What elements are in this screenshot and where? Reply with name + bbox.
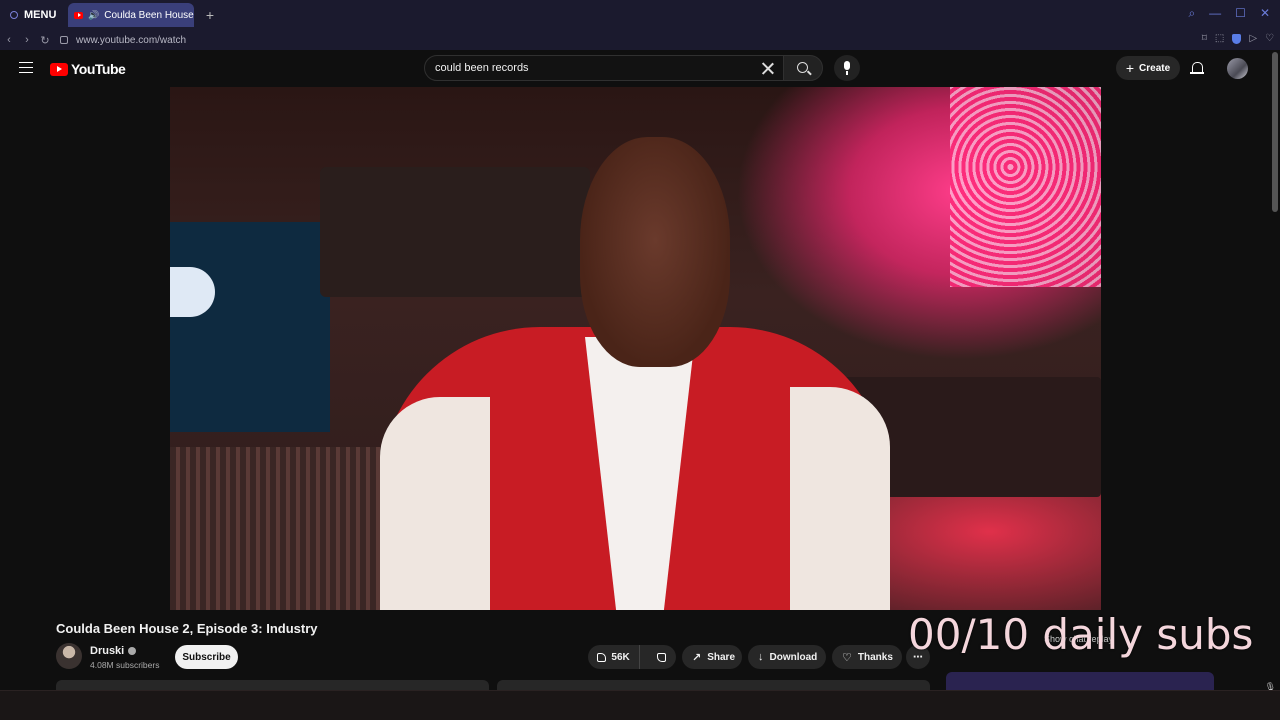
create-button[interactable]: + Create: [1116, 56, 1180, 80]
mic-icon: [844, 61, 850, 75]
search-input[interactable]: [425, 62, 745, 74]
player-icon[interactable]: ▷: [1249, 33, 1257, 44]
download-label: Download: [769, 651, 818, 663]
thanks-button[interactable]: ♡ Thanks: [832, 645, 902, 669]
voice-search-button[interactable]: [834, 55, 860, 81]
back-icon[interactable]: ‹: [0, 34, 18, 46]
reload-icon[interactable]: ↻: [36, 34, 54, 47]
plus-icon: +: [1125, 60, 1135, 76]
address-bar-actions: ⌑ ⬚ ▷ ♡: [1202, 33, 1274, 44]
description-card[interactable]: [56, 680, 489, 690]
youtube-header: YouTube + Create: [0, 50, 1270, 87]
left-sleeve: [380, 397, 490, 610]
video-player[interactable]: [170, 87, 1101, 610]
minimize-icon[interactable]: —: [1209, 6, 1221, 21]
browser-tab-active[interactable]: 🔊 Coulda Been House 2.: [68, 3, 194, 27]
right-sleeve: [790, 387, 890, 610]
address-bar: ‹ › ↻ www.youtube.com/watch ⌑ ⬚ ▷ ♡: [0, 30, 1280, 50]
opera-logo-icon: [10, 11, 18, 19]
heart-icon[interactable]: ♡: [1265, 33, 1274, 44]
new-tab-button[interactable]: +: [200, 7, 220, 23]
search-box: [424, 55, 784, 81]
bell-icon[interactable]: [1190, 62, 1204, 74]
youtube-favicon-icon: [74, 11, 83, 19]
studio-monitor: [170, 222, 330, 432]
thumbs-up-icon: [597, 652, 607, 662]
daily-subs-overlay: 00/10 daily subs: [908, 610, 1254, 659]
speaker-icon[interactable]: 🔊: [88, 10, 99, 21]
youtube-play-icon: [50, 62, 68, 76]
close-window-icon[interactable]: ✕: [1260, 6, 1270, 21]
page-scrollbar[interactable]: [1270, 50, 1280, 690]
subscribe-button[interactable]: Subscribe: [175, 645, 238, 669]
like-count: 56K: [611, 651, 630, 663]
hamburger-menu-icon[interactable]: [19, 62, 33, 73]
share-icon: ↗: [692, 651, 702, 664]
snapshot-icon[interactable]: ⬚: [1215, 33, 1224, 44]
like-dislike-group: 56K: [588, 645, 676, 669]
download-icon: ↓: [758, 651, 764, 663]
search-tabs-icon[interactable]: ⌕: [1188, 6, 1195, 21]
comments-card[interactable]: [497, 680, 930, 690]
youtube-logo[interactable]: YouTube: [50, 61, 126, 77]
description-strip: [56, 680, 930, 690]
thanks-label: Thanks: [857, 651, 893, 663]
scroll-thumb[interactable]: [1272, 52, 1278, 212]
video-title: Coulda Been House 2, Episode 3: Industry: [56, 621, 318, 636]
window-controls: ⌕ — ☐ ✕: [1188, 6, 1270, 21]
menu-label: MENU: [24, 9, 57, 21]
maximize-icon[interactable]: ☐: [1235, 6, 1246, 21]
subscriber-count: 4.08M subscribers: [90, 660, 160, 670]
share-label: Share: [707, 651, 736, 663]
adblock-shield-icon[interactable]: [1232, 33, 1242, 44]
bookmark-icon[interactable]: ⌑: [1202, 33, 1207, 44]
thumbs-down-icon: [656, 652, 666, 662]
lock-icon: [60, 36, 68, 44]
logo-text: YouTube: [71, 61, 126, 77]
forward-icon[interactable]: ›: [18, 34, 36, 46]
side-panel-card[interactable]: [946, 672, 1214, 690]
opera-menu-button[interactable]: MENU: [0, 0, 64, 30]
like-button[interactable]: 56K: [588, 645, 641, 669]
clear-search-icon[interactable]: [761, 61, 775, 75]
channel-avatar[interactable]: [56, 643, 82, 669]
create-label: Create: [1139, 62, 1171, 74]
verified-icon: [128, 647, 137, 655]
person-head: [580, 137, 730, 367]
taskbar: [0, 690, 1280, 720]
share-button[interactable]: ↗ Share: [682, 645, 742, 669]
channel-name[interactable]: Druski: [90, 645, 137, 657]
url-field[interactable]: www.youtube.com/watch: [76, 35, 186, 46]
tab-title: Coulda Been House 2.: [104, 9, 194, 21]
dislike-button[interactable]: [646, 645, 676, 669]
browser-tab-bar: MENU 🔊 Coulda Been House 2. + ⌕ — ☐ ✕: [0, 0, 1280, 30]
search-button[interactable]: [783, 55, 823, 81]
search-icon: [797, 62, 808, 73]
channel-name-text: Druski: [90, 645, 125, 657]
account-avatar[interactable]: [1227, 58, 1248, 79]
download-button[interactable]: ↓ Download: [748, 645, 826, 669]
thanks-icon: ♡: [842, 651, 852, 664]
video-person: [380, 137, 890, 610]
neon-sign: [950, 87, 1101, 287]
